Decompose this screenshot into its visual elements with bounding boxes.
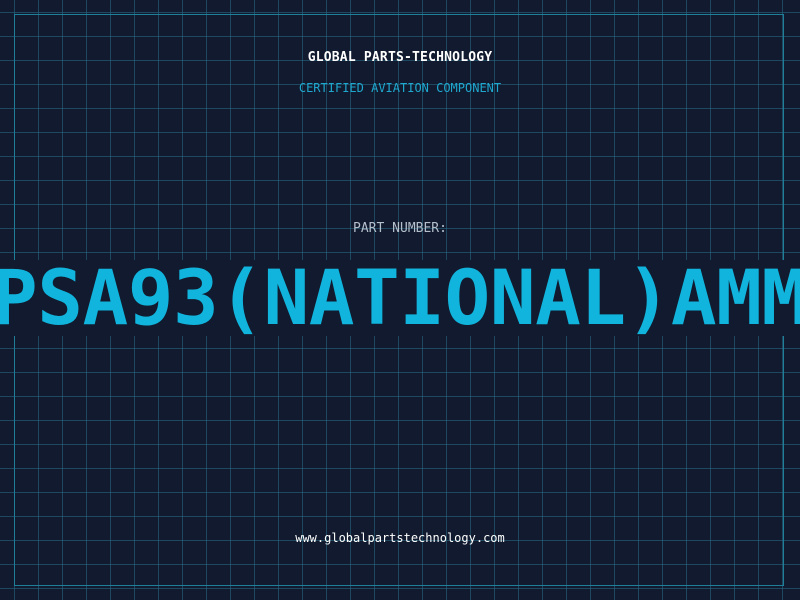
part-number-value: PSA93(NATIONAL)AMM — [0, 260, 800, 336]
part-number-label: PART NUMBER: — [353, 221, 447, 236]
website-url: www.globalpartstechnology.com — [295, 531, 505, 545]
brand-name: GLOBAL PARTS-TECHNOLOGY — [307, 50, 493, 65]
part-card: GLOBAL PARTS-TECHNOLOGY CERTIFIED AVIATI… — [0, 0, 800, 600]
part-number-band: PSA93(NATIONAL)AMM — [0, 260, 800, 336]
certification-subtitle: CERTIFIED AVIATION COMPONENT — [298, 81, 502, 95]
